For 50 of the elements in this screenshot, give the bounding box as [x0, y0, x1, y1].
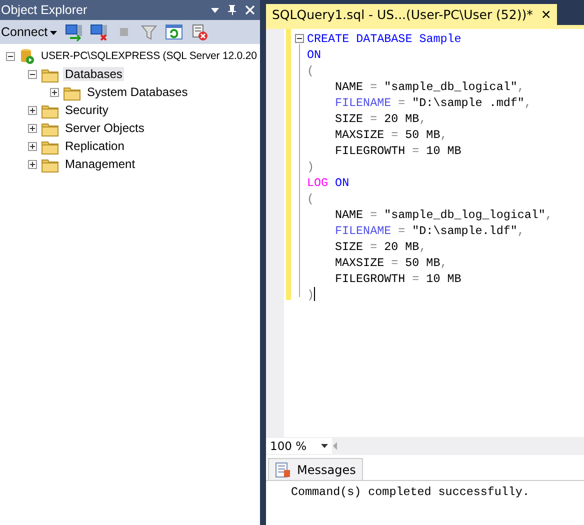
close-button[interactable]: ✕	[540, 7, 552, 22]
refresh-icon[interactable]	[164, 22, 184, 42]
caret-icon	[320, 444, 328, 448]
expand-icon[interactable]	[28, 124, 37, 132]
database-icon	[19, 47, 35, 65]
code-line: ON	[307, 47, 322, 63]
code-line: SIZE = 20 MB,	[335, 239, 426, 255]
code-line: CREATE DATABASE Sample	[307, 31, 462, 47]
code-line: )	[307, 287, 316, 303]
collapse-icon[interactable]	[28, 70, 37, 78]
tree-item[interactable]: USER-PC\SQLEXPRESS (SQL Server 12.0.20	[39, 50, 259, 62]
code-line: MAXSIZE = 50 MB,	[335, 255, 448, 271]
code-line: )	[307, 159, 314, 175]
panel-title: Object Explorer	[1, 3, 88, 17]
code-line: (	[307, 191, 314, 207]
results-tab[interactable]: Messages	[268, 458, 363, 480]
expand-icon[interactable]	[50, 88, 59, 96]
tree-item[interactable]: System Databases	[85, 85, 190, 99]
code-line: SIZE = 20 MB,	[335, 111, 426, 127]
caret-icon	[50, 29, 57, 35]
monitor-cross-icon[interactable]	[88, 22, 109, 42]
collapse-icon[interactable]	[295, 34, 304, 43]
expand-icon[interactable]	[28, 142, 37, 150]
code-line: NAME = "sample_db_log_logical",	[335, 207, 552, 223]
code-line: FILENAME = "D:\sample .mdf",	[335, 95, 532, 111]
text-cursor	[314, 287, 316, 301]
collapse-icon[interactable]	[6, 52, 15, 60]
code-line: FILEGROWTH = 10 MB	[335, 143, 462, 159]
result-message: Command(s) completed successfully.	[291, 485, 530, 499]
document-tab[interactable]: SQLQuery1.sql - US...(User-PC\User (52))* ✕	[266, 4, 558, 25]
code-line: FILENAME = "D:\sample.ldf",	[335, 223, 524, 239]
code-line: MAXSIZE = 50 MB,	[335, 127, 448, 143]
pin-icon[interactable]	[226, 4, 238, 16]
tree-item[interactable]: Security	[63, 103, 110, 117]
code-line: (	[307, 63, 314, 79]
expand-icon[interactable]	[28, 106, 37, 114]
tree-item[interactable]: Databases	[63, 67, 124, 81]
zoom-dropdown[interactable]: 100 %	[266, 438, 332, 454]
tree-item[interactable]: Server Objects	[63, 121, 146, 135]
code-line: FILEGROWTH = 10 MB	[335, 271, 462, 287]
close-icon[interactable]	[244, 4, 256, 16]
tree-item[interactable]: Management	[63, 157, 138, 171]
tree-item[interactable]: Replication	[63, 139, 126, 153]
connect-button[interactable]: Connect	[0, 25, 59, 39]
code-line: LOG ON	[307, 175, 350, 191]
code-line: NAME = "sample_db_logical",	[335, 79, 524, 95]
dropdown-icon[interactable]	[210, 5, 220, 15]
monitor-plus-icon[interactable]	[64, 22, 84, 42]
expand-icon[interactable]	[28, 160, 37, 168]
messages-icon	[275, 462, 291, 478]
